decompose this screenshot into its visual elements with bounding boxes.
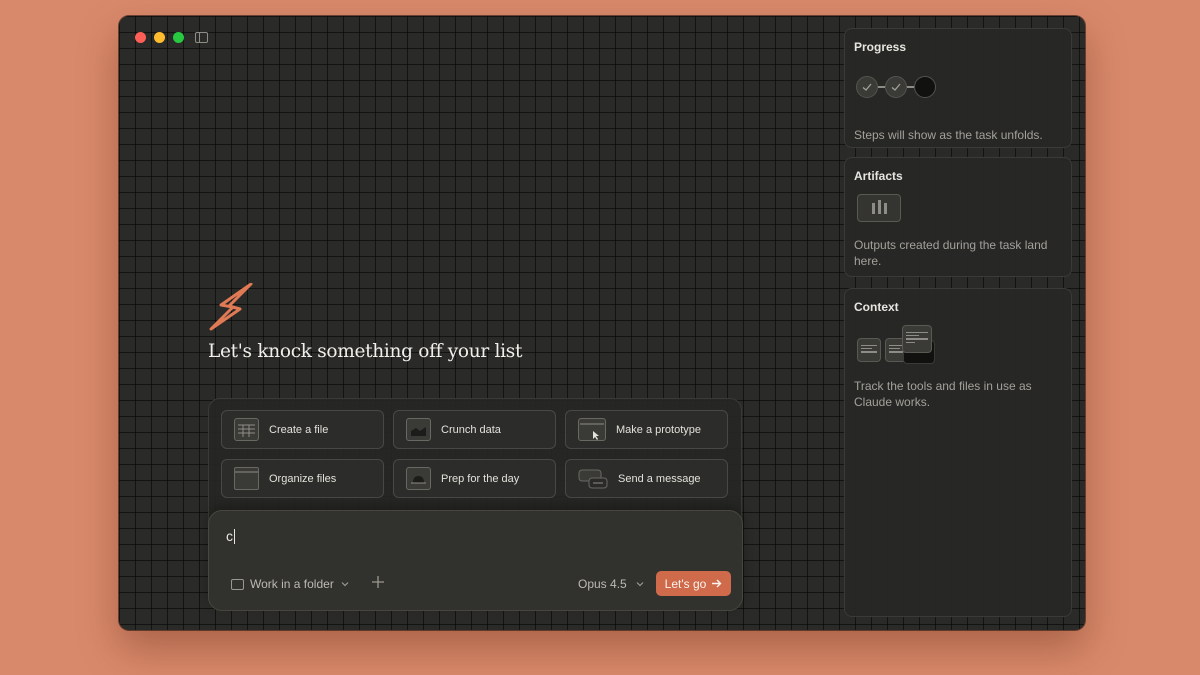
work-in-folder-button[interactable]: Work in a folder	[231, 577, 350, 591]
step-done-check-icon	[885, 76, 907, 98]
panel-description: Steps will show as the task unfolds.	[854, 128, 1043, 142]
panel-description: Track the tools and files in use as Clau…	[854, 379, 1032, 409]
chevron-down-icon	[341, 582, 349, 587]
step-current-icon	[914, 76, 936, 98]
tile-label: Organize files	[269, 472, 337, 485]
tile-label: Crunch data	[441, 423, 501, 436]
artifacts-panel: Artifacts Outputs created during the tas…	[844, 157, 1072, 277]
tile-send-a-message[interactable]: Send a message	[565, 459, 728, 498]
step-connector	[878, 86, 885, 88]
folder-icon	[234, 467, 259, 490]
tile-label: Create a file	[269, 423, 329, 436]
prompt-input[interactable]: c	[226, 528, 235, 544]
text-caret	[234, 528, 235, 544]
plus-icon	[372, 576, 384, 588]
lets-go-button[interactable]: Let's go	[656, 571, 731, 596]
bar-chart-icon	[857, 194, 901, 222]
zoom-window-button[interactable]	[173, 32, 184, 43]
tile-crunch-data[interactable]: Crunch data	[393, 410, 556, 449]
panel-title: Artifacts	[854, 169, 903, 183]
panel-title: Progress	[854, 40, 907, 54]
model-label: Opus 4.5	[578, 577, 627, 591]
panel-description: Outputs created during the task land her…	[854, 238, 1048, 268]
close-window-button[interactable]	[135, 32, 146, 43]
tile-organize-files[interactable]: Organize files	[221, 459, 384, 498]
add-attachment-button[interactable]	[370, 575, 386, 591]
step-connector	[907, 86, 914, 88]
minimize-window-button[interactable]	[154, 32, 165, 43]
browser-window-icon	[578, 418, 606, 441]
tile-prep-for-the-day[interactable]: Prep for the day	[393, 459, 556, 498]
context-files-icon	[857, 325, 937, 365]
tile-label: Send a message	[618, 472, 701, 485]
tile-create-a-file[interactable]: Create a file	[221, 410, 384, 449]
step-done-check-icon	[856, 76, 878, 98]
tile-label: Prep for the day	[441, 472, 520, 485]
sidebar-icon[interactable]	[195, 32, 208, 43]
context-panel: Context Track the tools and files in use…	[844, 288, 1072, 617]
spreadsheet-icon	[234, 418, 259, 441]
panel-title: Context	[854, 300, 899, 314]
calendar-icon	[406, 467, 431, 490]
folder-button-label: Work in a folder	[250, 577, 334, 591]
prompt-input-box[interactable]: c Work in a folder Opus 4.5 Let's go	[208, 510, 743, 611]
chevron-down-icon	[636, 582, 644, 587]
lightning-bolt-logo	[209, 283, 253, 331]
progress-steps	[856, 76, 936, 98]
page-title: Let's knock something off your list	[208, 341, 523, 362]
arrow-right-icon	[712, 579, 722, 588]
chart-icon	[406, 418, 431, 441]
window-controls	[135, 32, 184, 43]
folder-icon	[231, 578, 244, 590]
progress-panel: Progress Steps will show as the task unf…	[844, 28, 1072, 148]
tile-label: Make a prototype	[616, 423, 701, 436]
prompt-input-value: c	[226, 528, 233, 544]
tile-make-a-prototype[interactable]: Make a prototype	[565, 410, 728, 449]
submit-label: Let's go	[664, 576, 707, 591]
app-window: Let's knock something off your list Crea…	[119, 16, 1085, 630]
model-selector[interactable]: Opus 4.5	[578, 577, 645, 591]
chat-icon	[578, 467, 608, 490]
